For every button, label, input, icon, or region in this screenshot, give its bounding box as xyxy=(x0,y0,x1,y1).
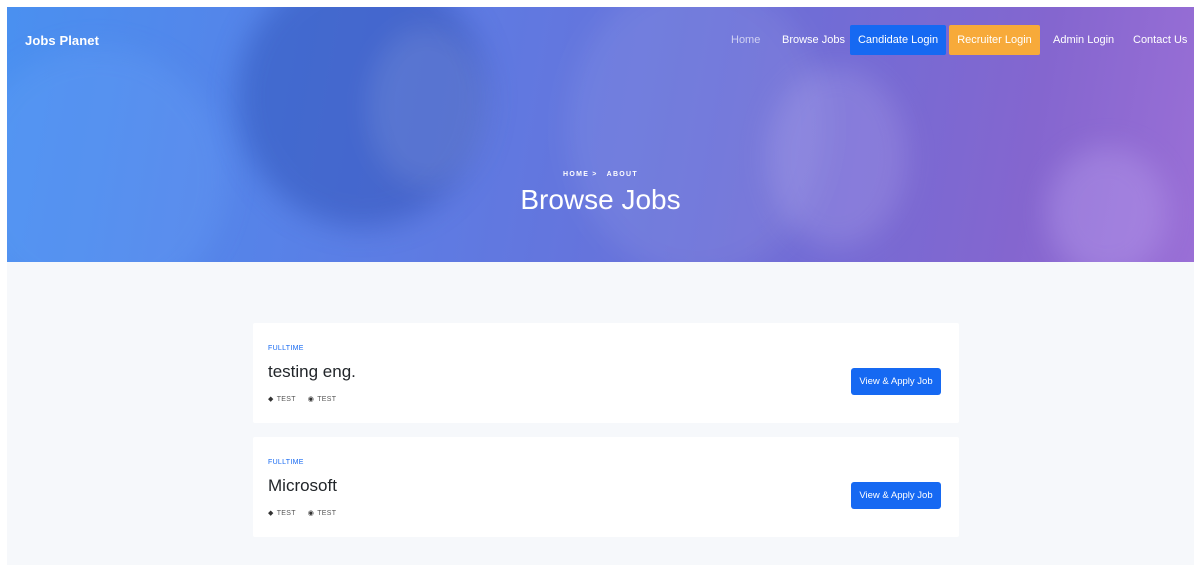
page-title: Browse Jobs xyxy=(520,184,681,215)
nav-contact-us[interactable]: Contact Us xyxy=(1133,25,1187,55)
nav-admin-login[interactable]: Admin Login xyxy=(1053,25,1114,55)
layers-icon: ◆ xyxy=(268,510,274,517)
job-meta: ◆ TEST ◉ TEST xyxy=(268,395,348,403)
nav-browse-jobs[interactable]: Browse Jobs xyxy=(782,25,845,55)
view-apply-job-button[interactable]: View & Apply Job xyxy=(851,368,941,395)
hero-background-shape xyxy=(767,67,907,247)
top-nav: Home Browse Jobs Candidate Login Recruit… xyxy=(7,25,1194,55)
job-title[interactable]: Microsoft xyxy=(268,476,337,496)
job-card: FULLTIME testing eng. ◆ TEST ◉ TEST View & … xyxy=(253,323,959,423)
hero-background-shape xyxy=(7,47,227,262)
location-icon: ◉ xyxy=(307,510,315,517)
view-apply-job-button[interactable]: View & Apply Job xyxy=(851,482,941,509)
breadcrumb: HOME > ABOUT xyxy=(7,171,1194,178)
job-type: FULLTIME xyxy=(268,345,304,352)
candidate-login-button[interactable]: Candidate Login xyxy=(850,25,946,55)
breadcrumb-current: ABOUT xyxy=(606,171,638,178)
layers-icon: ◆ xyxy=(268,396,274,403)
job-meta: ◆ TEST ◉ TEST xyxy=(268,509,348,517)
job-meta-category: TEST xyxy=(276,396,296,403)
location-icon: ◉ xyxy=(307,396,315,403)
job-type: FULLTIME xyxy=(268,459,304,466)
job-card: FULLTIME Microsoft ◆ TEST ◉ TEST View & App… xyxy=(253,437,959,537)
nav-home[interactable]: Home xyxy=(731,25,760,55)
breadcrumb-home[interactable]: HOME xyxy=(563,171,589,178)
job-title[interactable]: testing eng. xyxy=(268,362,356,382)
hero-banner: Jobs Planet Home Browse Jobs Candidate L… xyxy=(7,7,1194,262)
job-meta-category: TEST xyxy=(276,510,296,517)
job-meta-location: TEST xyxy=(317,510,337,517)
page: Jobs Planet Home Browse Jobs Candidate L… xyxy=(7,7,1194,565)
job-meta-location: TEST xyxy=(317,396,337,403)
recruiter-login-button[interactable]: Recruiter Login xyxy=(949,25,1040,55)
breadcrumb-separator: > xyxy=(592,171,598,178)
